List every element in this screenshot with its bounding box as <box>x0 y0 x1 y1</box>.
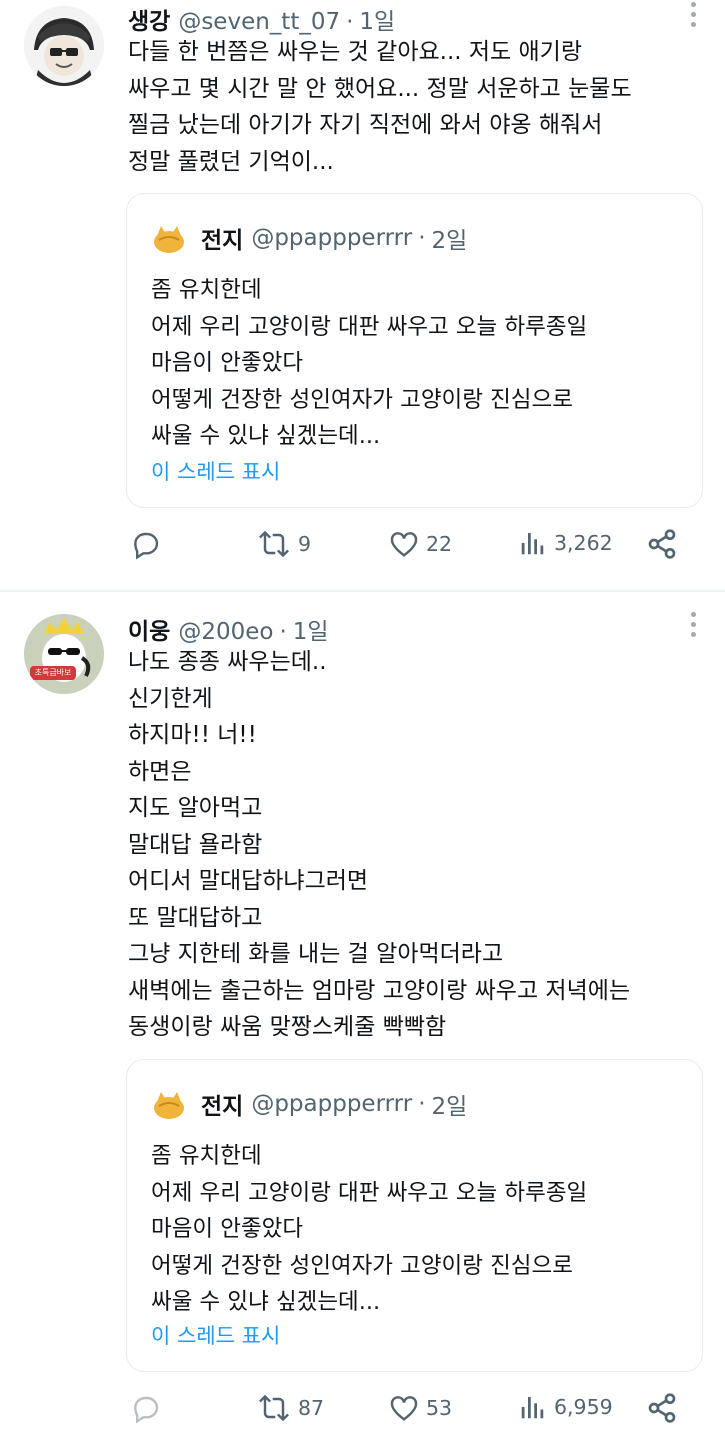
like-button[interactable]: 22 <box>388 528 452 560</box>
show-thread-link[interactable]: 이 스레드 표시 <box>151 456 280 486</box>
quote-text-line: 좀 유치한데 <box>151 277 262 303</box>
quote-author-handle[interactable]: @ppappperrrr <box>251 225 412 251</box>
author-handle[interactable]: @200eo <box>178 619 273 645</box>
tweet-text-line: 그냥 지한테 화를 내는 걸 알아먹더라고 <box>128 941 504 967</box>
more-options-icon[interactable] <box>689 2 697 27</box>
tweet-text-line: 다들 한 번쯤은 싸우는 것 같아요... 저도 애기랑 <box>128 39 582 65</box>
share-button[interactable] <box>646 528 678 560</box>
quote-text-line: 어제 우리 고양이랑 대판 싸우고 오늘 하루종일 <box>151 313 588 340</box>
quote-author-name[interactable]: 전지 <box>201 1087 243 1121</box>
heart-icon <box>390 1396 418 1421</box>
tweet-text-line: 하면은 <box>128 758 192 785</box>
tweet-text-line: 지도 알아먹고 <box>128 795 263 821</box>
quote-author-name[interactable]: 전지 <box>201 221 243 255</box>
quote-text: 좀 유치한데 어제 우리 고양이랑 대판 싸우고 오늘 하루종일 마음이 안좋았… <box>151 1138 587 1321</box>
separator-dot: · <box>418 1091 426 1117</box>
share-icon <box>648 529 676 559</box>
retweet-icon <box>258 1394 290 1422</box>
like-count: 22 <box>426 532 453 556</box>
timestamp[interactable]: 1일 <box>359 2 395 36</box>
tweet-text-line: 하지마!! 너!! <box>128 722 257 748</box>
author-handle[interactable]: @seven_tt_07 <box>178 9 340 35</box>
tweet-text-line: 신기한게 <box>128 685 213 712</box>
tweet-1[interactable]: 생강 @seven_tt_07 · 1일 다들 한 번쯤은 싸우는 것 같아요.… <box>0 0 725 590</box>
quote-text-line: 어떻게 건장한 성인여자가 고양이랑 진심으로 <box>151 1252 573 1279</box>
more-options-icon[interactable] <box>689 612 697 637</box>
show-thread-link[interactable]: 이 스레드 표시 <box>151 1320 280 1350</box>
reply-button[interactable] <box>130 1392 162 1424</box>
quote-author-handle[interactable]: @ppappperrrr <box>251 1091 412 1117</box>
separator-dot: · <box>346 9 354 35</box>
tweet-text-line: 말대답 욜라함 <box>128 831 263 858</box>
quote-text-line: 좀 유치한데 <box>151 1143 262 1169</box>
quote-tweet[interactable]: 전지 @ppappperrrr · 2일 좀 유치한데 어제 우리 고양이랑 대… <box>126 193 703 508</box>
avatar-badge-text: 초특급바보 <box>34 668 72 677</box>
like-count: 53 <box>426 1396 453 1420</box>
tweet-text-line: 어디서 말대답하냐그러면 <box>128 868 369 894</box>
tweet-text-line: 찔금 났는데 아기가 자기 직전에 와서 야옹 해줘서 <box>128 112 603 138</box>
avatar[interactable] <box>24 6 104 86</box>
separator-dot: · <box>418 225 426 251</box>
views-icon <box>521 1397 544 1419</box>
author-name[interactable]: 생강 <box>128 2 170 36</box>
quote-text-line: 어떻게 건장한 성인여자가 고양이랑 진심으로 <box>151 386 573 413</box>
retweet-button[interactable]: 9 <box>256 528 311 560</box>
tweet-text-line: 동생이랑 싸움 맞짱스케줄 빡빡함 <box>128 1014 447 1040</box>
views-button[interactable]: 6,959 <box>518 1392 613 1422</box>
quote-timestamp: 2일 <box>431 1094 468 1120</box>
share-icon <box>648 1393 676 1423</box>
retweet-count: 87 <box>298 1396 325 1420</box>
tweet-text-line: 싸우고 몇 시간 말 안 했어요... 정말 서운하고 눈물도 <box>128 75 632 102</box>
heart-icon <box>390 532 418 557</box>
quote-avatar <box>151 1086 187 1122</box>
reply-icon <box>134 1396 159 1424</box>
retweet-button[interactable]: 87 <box>256 1392 324 1424</box>
views-button[interactable]: 3,262 <box>518 528 613 558</box>
quote-avatar <box>151 220 187 256</box>
quote-timestamp: 2일 <box>431 228 468 254</box>
timestamp[interactable]: 1일 <box>293 612 329 646</box>
quote-text-line: 어제 우리 고양이랑 대판 싸우고 오늘 하루종일 <box>151 1179 588 1206</box>
quote-text-line: 마음이 안좋았다 <box>151 1216 304 1242</box>
quote-text-line: 마음이 안좋았다 <box>151 350 304 376</box>
quote-tweet[interactable]: 전지 @ppappperrrr · 2일 좀 유치한데 어제 우리 고양이랑 대… <box>126 1059 703 1372</box>
avatar[interactable]: 초특급바보 <box>24 614 104 694</box>
tweet-text-line: 나도 종종 싸우는데.. <box>128 649 327 675</box>
tweet-text: 나도 종종 싸우는데.. 신기한게 하지마!! 너!! 하면은 지도 알아먹고 … <box>128 644 703 1046</box>
view-count: 6,959 <box>554 1395 613 1419</box>
tweet-2[interactable]: 초특급바보 이웅 @200eo · 1일 나도 종종 싸우는데.. 신기한게 하… <box>0 592 725 1440</box>
tweet-text-line: 새벽에는 출근하는 엄마랑 고양이랑 싸우고 저녁에는 <box>128 977 631 1004</box>
quote-text-line: 싸울 수 있냐 싶겠는데... <box>151 423 381 449</box>
reply-button[interactable] <box>130 528 162 560</box>
view-count: 3,262 <box>554 531 613 555</box>
separator-dot: · <box>279 619 287 645</box>
views-icon <box>521 533 544 555</box>
retweet-icon <box>258 530 290 558</box>
quote-text: 좀 유치한데 어제 우리 고양이랑 대판 싸우고 오늘 하루종일 마음이 안좋았… <box>151 272 587 455</box>
tweet-text-line: 정말 풀렸던 기억이... <box>128 148 334 175</box>
retweet-count: 9 <box>298 532 312 556</box>
author-name[interactable]: 이웅 <box>128 612 170 646</box>
tweet-text-line: 또 말대답하고 <box>128 904 263 931</box>
share-button[interactable] <box>646 1392 678 1424</box>
like-button[interactable]: 53 <box>388 1392 452 1424</box>
quote-text-line: 싸울 수 있냐 싶겠는데... <box>151 1289 381 1315</box>
reply-icon <box>134 532 159 560</box>
tweet-text: 다들 한 번쯤은 싸우는 것 같아요... 저도 애기랑 싸우고 몇 시간 말 … <box>128 34 703 180</box>
